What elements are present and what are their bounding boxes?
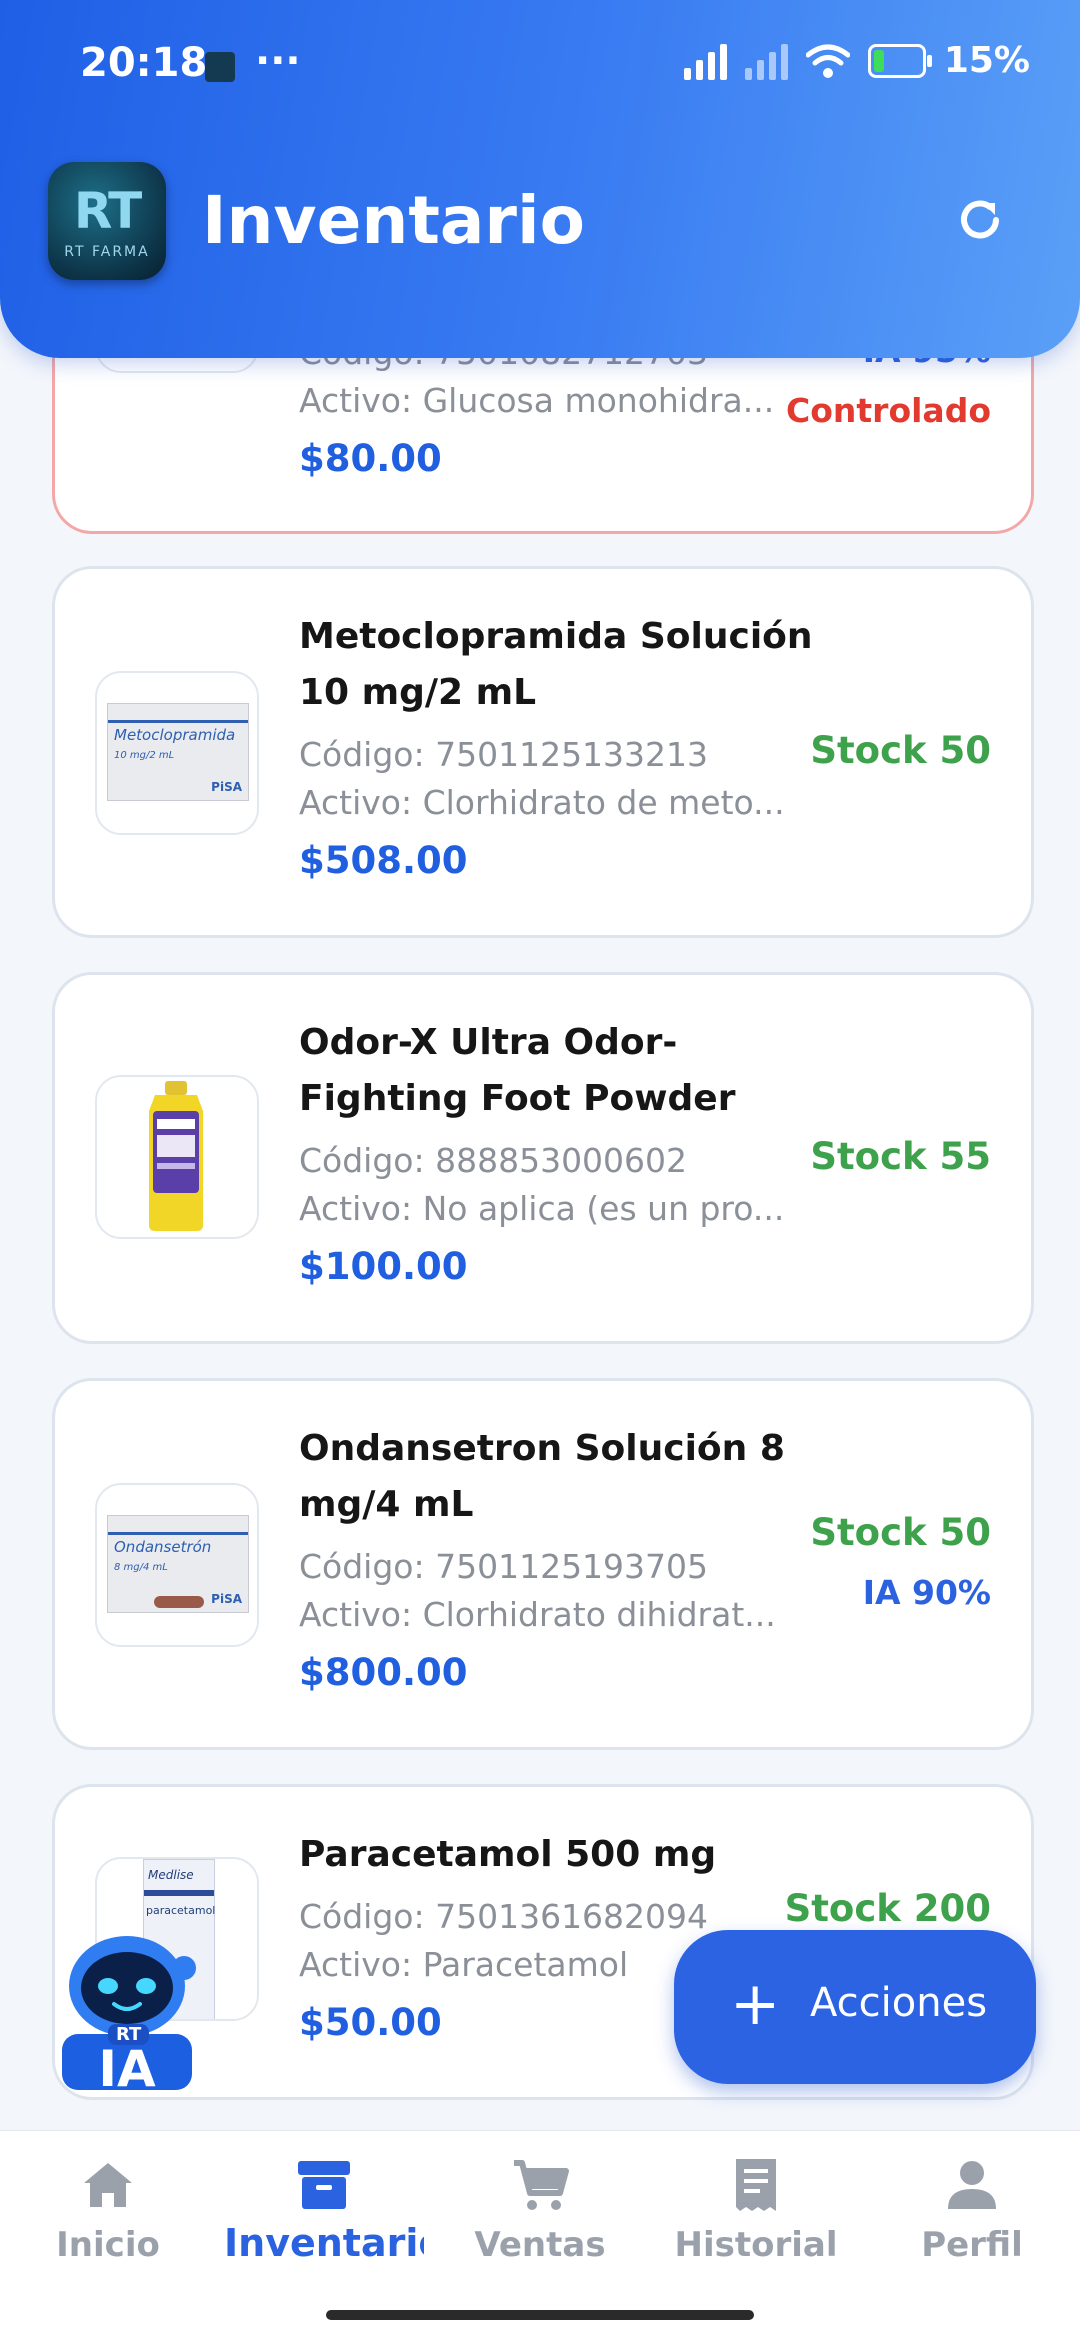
page-title: Inventario [202, 182, 585, 259]
stock-badge: Stock 200 [784, 1887, 991, 1930]
stock-badge: Stock 50 [810, 729, 991, 772]
plus-icon: + [730, 1969, 781, 2039]
app-header: 20:18 ··· 15% RT RT FARMA Inventario [0, 0, 1080, 358]
product-price: $800.00 [299, 1651, 468, 1694]
nav-label: Inicio [56, 2225, 160, 2265]
wifi-icon [805, 44, 850, 78]
nav-label: Historial [674, 2225, 838, 2265]
product-price: $100.00 [299, 1245, 468, 1288]
product-active-ingredient: Activo: Clorhidrato dihidrat... [299, 1595, 776, 1634]
nav-perfil[interactable]: Perfil [872, 2153, 1072, 2265]
box-brand: PiSA [211, 780, 242, 794]
nav-label: Ventas [474, 2225, 606, 2265]
ia-assistant-button[interactable]: RT IA [52, 1924, 202, 2098]
nav-label: Inventario [224, 2221, 424, 2265]
home-icon [84, 2163, 132, 2207]
box-brand: PiSA [211, 1592, 242, 1606]
person-icon [948, 2161, 996, 2209]
nav-inicio[interactable]: Inicio [8, 2153, 208, 2265]
box-subtitle: 8 mg/4 mL [114, 1562, 168, 1573]
box-subtitle: 10 mg/2 mL [114, 750, 175, 761]
product-code: Código: 888853000602 [299, 1141, 688, 1180]
battery-percent: 15% [943, 40, 1030, 81]
app-logo: RT RT FARMA [48, 162, 166, 280]
cart-icon [514, 2160, 569, 2210]
logo-text: RT FARMA [64, 244, 150, 260]
product-name: Ondansetron Solución 8 mg/4 mL [299, 1428, 785, 1525]
app-notification-icon [205, 52, 235, 82]
box-brand: Medlise [148, 1868, 194, 1882]
receipt-icon [736, 2159, 776, 2211]
actions-fab-button[interactable]: + Acciones [674, 1930, 1036, 2084]
product-card[interactable]: Metoclopramida 10 mg/2 mL PiSA Metoclopr… [52, 566, 1034, 938]
product-code: Código: 7501125193705 [299, 1547, 709, 1586]
refresh-icon[interactable] [950, 190, 1010, 250]
nav-inventario[interactable]: Inventario [224, 2153, 424, 2265]
box-title: Ondansetrón [114, 1538, 212, 1556]
product-name: Metoclopramida Solución 10 mg/2 mL [299, 616, 813, 713]
product-thumbnail: Metoclopramida 10 mg/2 mL PiSA [95, 671, 259, 835]
product-card[interactable]: Ondansetrón 8 mg/4 mL PiSA Ondansetron S… [52, 1378, 1034, 1750]
product-thumbnail [95, 1075, 259, 1239]
status-bar: 20:18 ··· 15% [0, 0, 1080, 130]
foot-powder-bottle-image [149, 1081, 203, 1231]
box-title: Metoclopramida [114, 726, 236, 744]
more-notifications-icon: ··· [255, 38, 301, 84]
product-name: Paracetamol 500 mg [299, 1834, 717, 1875]
ia-confidence-badge: IA 90% [862, 1573, 991, 1612]
nav-label: Perfil [921, 2225, 1023, 2265]
product-price: $80.00 [299, 437, 442, 480]
product-price: $508.00 [299, 839, 468, 882]
controlled-badge: Controlado [786, 391, 991, 430]
signal-no-service-icon [744, 42, 788, 80]
product-price: $50.00 [299, 2001, 442, 2044]
battery-icon [867, 43, 932, 78]
ia-bot-label: IA [98, 2040, 156, 2098]
nav-ventas[interactable]: Ventas [440, 2153, 640, 2265]
stock-badge: Stock 55 [810, 1135, 991, 1178]
actions-label: Acciones [810, 1980, 988, 2026]
status-time: 20:18 [80, 40, 208, 86]
logo-monogram: RT [73, 182, 142, 240]
product-card[interactable]: Odor-X Ultra Odor-Fighting Foot Powder C… [52, 972, 1034, 1344]
box-title: paracetamol [146, 1904, 216, 1917]
stock-badge: Stock 50 [810, 1511, 991, 1554]
product-active-ingredient: Activo: No aplica (es un pro... [299, 1189, 785, 1228]
signal-icon [683, 42, 727, 80]
product-active-ingredient: Activo: Glucosa monohidra... [299, 381, 775, 420]
inventory-box-icon [298, 2161, 350, 2209]
product-code: Código: 7501125133213 [299, 735, 709, 774]
product-name: Odor-X Ultra Odor-Fighting Foot Powder [299, 1022, 736, 1119]
product-thumbnail: Ondansetrón 8 mg/4 mL PiSA [95, 1483, 259, 1647]
nav-historial[interactable]: Historial [656, 2153, 856, 2265]
home-indicator[interactable] [326, 2310, 754, 2320]
product-active-ingredient: Activo: Clorhidrato de meto... [299, 783, 785, 822]
